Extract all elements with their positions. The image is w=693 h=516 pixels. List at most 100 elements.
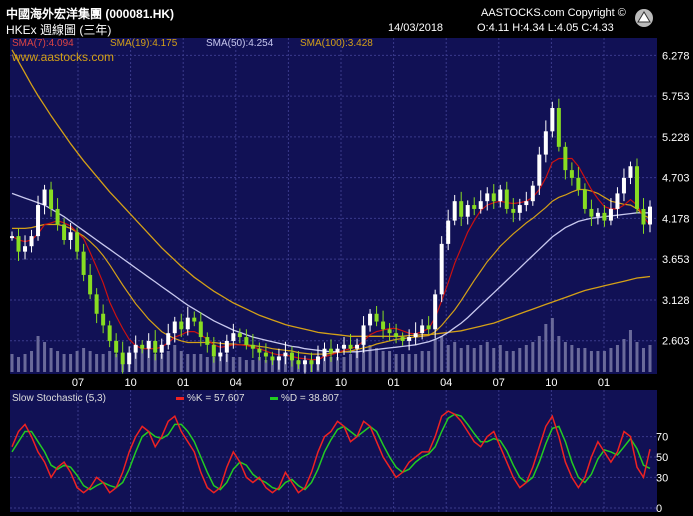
x-tick-label: 10 — [124, 377, 136, 389]
volume-bar — [414, 354, 418, 372]
candle-body — [198, 321, 203, 338]
candle-body — [296, 360, 301, 365]
y-tick-label: 4.178 — [662, 213, 690, 225]
volume-bar — [420, 351, 424, 372]
candle-body — [361, 325, 366, 345]
volume-bar — [570, 345, 574, 372]
candle-body — [608, 208, 613, 221]
volume-bar — [446, 345, 450, 372]
candle-body — [322, 348, 327, 357]
x-tick-label: 10 — [335, 377, 347, 389]
volume-bar — [524, 345, 528, 372]
candle-body — [381, 321, 386, 330]
x-tick-label: 04 — [440, 377, 452, 389]
y-tick-label: 4.703 — [662, 173, 690, 185]
candle-body — [348, 344, 353, 349]
candle-body — [569, 170, 574, 178]
volume-bar — [472, 348, 476, 372]
candle-body — [289, 352, 294, 361]
candle-body — [270, 356, 275, 361]
volume-bar — [69, 354, 73, 372]
y-tick-label: 3.653 — [662, 254, 690, 266]
x-tick-label: 01 — [387, 377, 399, 389]
volume-bar — [485, 342, 489, 372]
candle-body — [439, 243, 444, 295]
k-swatch-icon — [176, 396, 184, 400]
volume-bar — [433, 339, 437, 372]
candle-body — [276, 356, 281, 361]
volume-bar — [251, 360, 255, 372]
candle-body — [263, 352, 268, 357]
candle-body — [628, 166, 633, 178]
candle-body — [498, 189, 503, 202]
candle-body — [179, 321, 184, 330]
volume-bar — [427, 351, 431, 372]
candle-body — [394, 333, 399, 338]
candle-body — [192, 317, 197, 322]
volume-bar — [648, 345, 652, 372]
volume-bar — [231, 357, 235, 372]
candle-body — [120, 352, 125, 365]
volume-bar — [166, 351, 170, 372]
candle-body — [556, 108, 561, 147]
candle-body — [140, 344, 145, 349]
volume-bar — [498, 345, 502, 372]
candle-body — [329, 348, 333, 353]
volume-bar — [628, 330, 632, 372]
candle-body — [153, 340, 158, 353]
stoch-k-value: %K = 57.607 — [187, 393, 245, 404]
volume-bar — [453, 342, 457, 372]
candle-body — [250, 344, 255, 349]
candle-body — [465, 205, 470, 217]
volume-bar — [82, 348, 86, 372]
candle-body — [615, 193, 620, 209]
volume-bar — [36, 336, 40, 372]
candle-body — [420, 325, 425, 334]
y-tick-label: 6.278 — [662, 50, 690, 62]
candle-body — [257, 348, 262, 353]
volume-bar — [576, 348, 580, 372]
volume-bar — [537, 336, 541, 372]
candle-body — [576, 177, 581, 190]
stoch-k-legend: %K = 57.607 — [176, 393, 245, 404]
volume-bar — [375, 348, 379, 372]
legend-sma50: SMA(50):4.254 — [206, 38, 274, 49]
candle-body — [537, 154, 542, 186]
x-tick-label: 01 — [177, 377, 189, 389]
candle-body — [342, 344, 347, 349]
volume-bar — [622, 339, 626, 372]
volume-bar — [641, 348, 645, 372]
candle-body — [446, 220, 451, 244]
candle-body — [602, 212, 607, 221]
candle-body — [146, 340, 151, 349]
volume-bar — [368, 345, 372, 372]
candle-body — [211, 344, 216, 357]
stoch-y-tick-label: 30 — [656, 472, 668, 484]
x-tick-label: 04 — [230, 377, 242, 389]
candle-body — [374, 313, 379, 322]
volume-bar — [492, 348, 496, 372]
candle-body — [543, 131, 548, 155]
candle-body — [81, 251, 86, 275]
candle-body — [185, 317, 190, 330]
volume-bar — [10, 354, 14, 372]
candle-body — [634, 166, 639, 209]
volume-bar — [479, 345, 483, 372]
candle-body — [172, 321, 177, 334]
candle-body — [582, 189, 587, 209]
candle-body — [368, 313, 373, 326]
volume-bar — [589, 351, 593, 372]
candle-body — [237, 333, 242, 338]
x-tick-label: 10 — [545, 377, 557, 389]
candle-body — [309, 360, 314, 365]
candle-body — [621, 177, 626, 194]
volume-bar — [563, 342, 567, 372]
candle-body — [218, 352, 223, 357]
stoch-title: Slow Stochastic (5,3) — [12, 393, 106, 404]
volume-bar — [88, 351, 92, 372]
candle-body — [16, 236, 21, 252]
volume-bar — [394, 354, 398, 372]
volume-bar — [23, 354, 27, 372]
candle-body — [133, 344, 138, 353]
volume-bar — [440, 336, 444, 372]
